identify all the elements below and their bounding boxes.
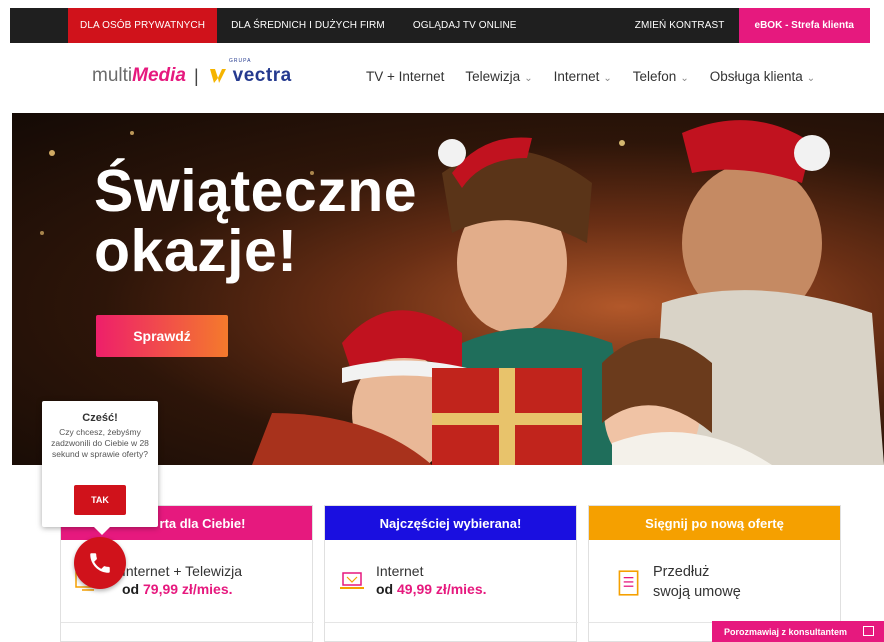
- card-line2: swoją umowę: [653, 584, 741, 600]
- card-line1: Przedłuż: [653, 564, 710, 580]
- menu-internet[interactable]: Internet ⌄: [554, 69, 612, 84]
- hero-title-line1: Świąteczne: [94, 158, 418, 224]
- ebok-button[interactable]: eBOK - Strefa klienta: [738, 8, 870, 43]
- card-header: Najczęściej wybierana!: [325, 506, 576, 540]
- price-prefix: od: [376, 581, 397, 597]
- top-bar: DLA OSÓB PRYWATNYCH DLA ŚREDNICH I DUŻYC…: [10, 8, 870, 43]
- tab-private[interactable]: DLA OSÓB PRYWATNYCH: [68, 8, 218, 43]
- card-body: Internet od 49,99 zł/mies.: [325, 540, 576, 598]
- logo-vectra: vectra: [232, 65, 292, 86]
- menu-label: Obsługa klienta: [709, 69, 803, 84]
- logo-multi: multi: [92, 65, 133, 86]
- vectra-mark-icon: [209, 69, 226, 83]
- divider: [61, 622, 314, 623]
- contrast-toggle[interactable]: ZMIEŃ KONTRAST: [621, 8, 739, 43]
- hero-title-line2: okazje!: [94, 218, 298, 284]
- offer-card-2[interactable]: Najczęściej wybierana! Internet od 49,99…: [324, 505, 578, 642]
- menu-obsluga-klienta[interactable]: Obsługa klienta ⌄: [710, 69, 815, 84]
- menu-label: Telefon: [632, 69, 677, 84]
- popup-title: Cześć!: [82, 412, 118, 424]
- menu-telefon[interactable]: Telefon ⌄: [633, 69, 689, 84]
- card-line1: Internet + Telewizja: [122, 563, 242, 579]
- price-value: 49,99 zł/mies.: [397, 581, 487, 597]
- menu-telewizja[interactable]: Telewizja ⌄: [465, 69, 532, 84]
- call-button[interactable]: [74, 537, 126, 589]
- card-body: Przedłuż swoją umowę: [589, 540, 840, 602]
- price-value: 79,99 zł/mies.: [143, 581, 233, 597]
- logo[interactable]: multi Media | vectra GRUPA: [92, 58, 292, 87]
- chevron-down-icon: ⌄: [603, 73, 612, 84]
- popup-yes-button[interactable]: TAK: [74, 485, 126, 515]
- menu-tv-internet[interactable]: TV + Internet: [366, 69, 444, 84]
- consultant-label: Porozmawiaj z konsultantem: [724, 626, 848, 637]
- callback-popup: Cześć! Czy chcesz, żebyśmy zadzwonili do…: [42, 401, 158, 535]
- logo-media: Media: [132, 65, 186, 86]
- phone-icon: [90, 553, 110, 573]
- laptop-icon: [340, 572, 364, 589]
- chevron-down-icon: ⌄: [680, 73, 689, 84]
- menu-label: Telewizja: [465, 69, 521, 84]
- logo-separator: |: [193, 65, 199, 86]
- popup-text: Czy chcesz, żebyśmy zadzwonili do Ciebie…: [51, 427, 149, 459]
- hero-cta-button[interactable]: Sprawdź: [96, 315, 228, 357]
- price-prefix: od: [122, 581, 143, 597]
- consultant-chat-bar[interactable]: Porozmawiaj z konsultantem: [712, 621, 884, 642]
- document-icon: [618, 570, 639, 596]
- logo-grupa: GRUPA: [229, 58, 252, 64]
- menu-label: Internet: [553, 69, 600, 84]
- popup-tail: [94, 527, 110, 535]
- card-line1: Internet: [376, 563, 424, 579]
- chevron-down-icon: ⌄: [806, 73, 816, 84]
- main-nav: multi Media | vectra GRUPA TV + Internet…: [0, 43, 884, 113]
- card-header: Sięgnij po nową ofertę: [589, 506, 840, 540]
- main-menu: TV + Internet Telewizja ⌄ Internet ⌄ Telef…: [366, 69, 815, 84]
- minimize-icon[interactable]: [863, 626, 874, 636]
- hero-title: Świąteczne okazje!: [94, 161, 417, 281]
- menu-label: TV + Internet: [366, 69, 445, 84]
- divider: [325, 622, 578, 623]
- tab-tv-online[interactable]: OGLĄDAJ TV ONLINE: [399, 8, 531, 43]
- chevron-down-icon: ⌄: [524, 73, 533, 84]
- tab-business[interactable]: DLA ŚREDNICH I DUŻYCH FIRM: [217, 8, 399, 43]
